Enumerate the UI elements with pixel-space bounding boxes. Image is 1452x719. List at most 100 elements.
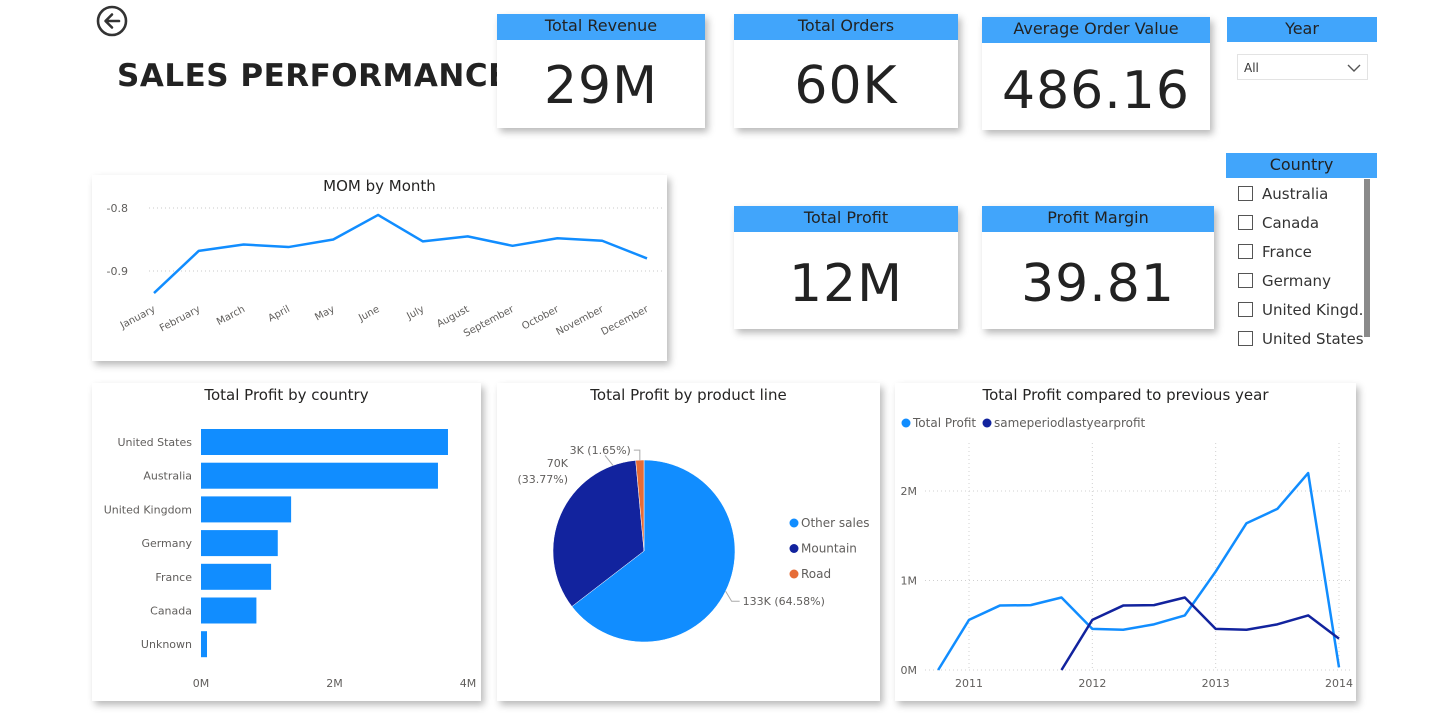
series-line xyxy=(1060,596,1340,671)
y-tick-label: United Kingdom xyxy=(104,503,192,516)
x-tick-label: 2013 xyxy=(1202,677,1230,690)
legend-label: sameperiodlastyearprofit xyxy=(994,416,1146,430)
x-tick-label: 2011 xyxy=(955,677,983,690)
legend-marker xyxy=(901,418,911,428)
kpi-value: 29M xyxy=(543,56,659,116)
data-label: 133K (64.58%) xyxy=(743,595,825,608)
x-tick-label: February xyxy=(158,304,202,335)
kpi-card-average-order-value: Average Order Value 486.16 xyxy=(982,17,1210,130)
y-tick-label: 0M xyxy=(901,664,918,677)
bar xyxy=(201,496,292,523)
x-tick-label: March xyxy=(215,304,247,328)
kpi-value: 12M xyxy=(788,254,904,314)
x-tick-label: 2014 xyxy=(1325,677,1353,690)
bar-chart-svg: United States Australia United Kingdom Germ… xyxy=(104,429,477,690)
x-tick-label: September xyxy=(462,304,517,340)
kpi-label: Profit Margin xyxy=(982,206,1214,232)
checkbox[interactable] xyxy=(1238,331,1253,346)
country-option[interactable]: France xyxy=(1238,242,1312,262)
y-tick-label: Australia xyxy=(143,470,192,483)
x-tick-label: December xyxy=(599,304,651,338)
x-tick-label: 2M xyxy=(326,677,343,690)
mom-line-chart: MOM by Month -0.8 -0.9 January February Marc… xyxy=(92,175,667,361)
year-dropdown-value: All xyxy=(1244,61,1259,75)
year-dropdown[interactable]: All xyxy=(1237,54,1368,80)
x-tick-label: June xyxy=(356,304,381,324)
profit-by-product-line-chart: Total Profit by product line 133K (64.58… xyxy=(497,383,880,701)
country-slicer-label: Country xyxy=(1226,153,1377,178)
series-line xyxy=(937,471,1341,671)
country-slicer: Country Australia Canada France Germany … xyxy=(1226,153,1377,363)
bar xyxy=(201,530,278,557)
legend-label: Road xyxy=(801,567,831,581)
x-tick-label: November xyxy=(554,304,606,339)
y-tick-label: Canada xyxy=(150,605,192,618)
kpi-card-total-orders: Total Orders 60K xyxy=(734,14,958,128)
bar xyxy=(201,462,438,489)
checkbox[interactable] xyxy=(1238,215,1253,230)
legend-label: Mountain xyxy=(801,542,857,556)
y-tick-label: Unknown xyxy=(141,638,192,651)
checkbox[interactable] xyxy=(1238,244,1253,259)
legend-marker xyxy=(982,418,992,428)
country-option[interactable]: United Kingd.. xyxy=(1238,300,1368,320)
country-option[interactable]: Australia xyxy=(1238,184,1328,204)
mom-chart-svg: -0.8 -0.9 January February March April May June… xyxy=(107,202,662,340)
kpi-card-profit-margin: Profit Margin 39.81 xyxy=(982,206,1214,329)
data-label: 3K (1.65%) xyxy=(570,444,631,457)
x-tick-label: 2012 xyxy=(1078,677,1106,690)
y-tick-label: Germany xyxy=(141,537,192,550)
y-tick-label: 2M xyxy=(901,485,918,498)
x-tick-label: April xyxy=(267,304,292,324)
legend-marker xyxy=(789,518,799,528)
chevron-down-icon xyxy=(1347,64,1361,72)
leader-line xyxy=(633,449,641,461)
x-tick-label: 0M xyxy=(193,677,210,690)
year-slicer: Year All xyxy=(1227,17,1377,151)
checkbox[interactable] xyxy=(1238,302,1253,317)
page-title: SALES PERFORMANCE xyxy=(117,58,510,94)
pie-chart-svg: 133K (64.58%) 70K (33.77%) 3K (1.65%) Other … xyxy=(517,444,869,643)
kpi-value: 60K xyxy=(794,56,898,116)
bar xyxy=(201,631,208,658)
country-option[interactable]: Canada xyxy=(1238,213,1319,233)
profit-vs-previous-year-chart: Total Profit compared to previous year T… xyxy=(895,383,1356,701)
legend-label: Other sales xyxy=(801,516,869,530)
x-tick-label: July xyxy=(404,304,426,323)
y-tick-label: United States xyxy=(118,436,193,449)
data-label: (33.77%) xyxy=(517,473,568,486)
legend-label: Total Profit xyxy=(912,416,976,430)
profit-by-country-chart: Total Profit by country United States Aus… xyxy=(92,383,481,701)
leader-line xyxy=(725,590,740,602)
y-tick-label: 1M xyxy=(901,575,918,588)
checkbox[interactable] xyxy=(1238,273,1253,288)
x-tick-label: January xyxy=(118,304,158,332)
legend-marker xyxy=(789,544,799,553)
bar xyxy=(201,429,448,455)
mom-series-line xyxy=(153,213,648,294)
x-tick-label: 4M xyxy=(460,677,477,690)
y-tick-label: -0.8 xyxy=(107,202,128,215)
kpi-label: Total Profit xyxy=(734,206,958,232)
kpi-value: 486.16 xyxy=(1002,61,1190,121)
x-tick-label: August xyxy=(435,304,471,330)
kpi-card-total-revenue: Total Revenue 29M xyxy=(497,14,705,128)
bar xyxy=(201,597,257,624)
slicer-scrollbar[interactable] xyxy=(1364,179,1370,337)
data-label: 70K xyxy=(547,457,569,470)
legend-marker xyxy=(789,569,799,579)
country-option[interactable]: United States xyxy=(1238,329,1364,349)
country-option[interactable]: Germany xyxy=(1238,271,1331,291)
kpi-card-total-profit: Total Profit 12M xyxy=(734,206,958,329)
bar xyxy=(201,563,272,590)
y-tick-label: France xyxy=(155,571,192,584)
checkbox[interactable] xyxy=(1238,186,1253,201)
kpi-label: Average Order Value xyxy=(982,17,1210,43)
back-arrow-icon xyxy=(96,5,128,37)
x-tick-label: May xyxy=(313,304,336,323)
yoy-chart-svg: Total Profit sameperiodlastyearprofit 2011… xyxy=(901,416,1354,690)
year-slicer-label: Year xyxy=(1227,17,1377,42)
kpi-value: 39.81 xyxy=(1021,254,1175,314)
back-button[interactable] xyxy=(96,5,128,37)
kpi-label: Total Revenue xyxy=(497,14,705,40)
